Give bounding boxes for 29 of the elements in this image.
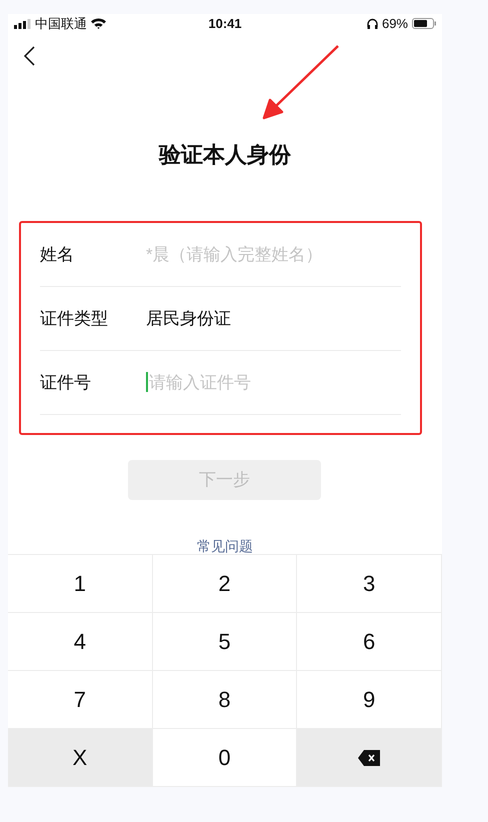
faq-link[interactable]: 常见问题 [197, 538, 253, 554]
keypad-key[interactable]: 0 [152, 729, 298, 787]
backspace-icon [358, 750, 380, 766]
headphones-icon [366, 18, 378, 30]
carrier-name: 中国联通 [35, 15, 87, 34]
keypad-key[interactable]: 5 [152, 613, 298, 671]
keypad-key[interactable]: 9 [297, 671, 442, 729]
text-field[interactable]: *晨（请输入完整姓名） [146, 242, 401, 268]
battery-icon [412, 18, 436, 30]
wifi-icon [91, 18, 106, 30]
battery-percent: 69% [382, 15, 408, 34]
delete-key[interactable] [297, 729, 442, 787]
signal-icon [14, 18, 31, 29]
field-label: 证件类型 [40, 308, 109, 330]
text-field[interactable]: 请输入证件号 [149, 370, 401, 396]
keypad-key[interactable]: X [8, 729, 153, 787]
keypad-key[interactable]: 2 [152, 555, 298, 613]
keypad-key[interactable]: 7 [8, 671, 153, 729]
field-value[interactable]: 居民身份证 [146, 306, 401, 332]
keypad-key[interactable]: 1 [8, 555, 153, 613]
field-label: 证件号 [40, 372, 92, 394]
keypad-key[interactable]: 4 [8, 613, 153, 671]
page-title: 验证本人身份 [159, 141, 291, 170]
status-time: 10:41 [208, 15, 242, 34]
field-label: 姓名 [40, 244, 75, 266]
keypad-key[interactable]: 6 [297, 613, 442, 671]
keypad-key[interactable]: 3 [297, 555, 442, 613]
keypad-key[interactable]: 8 [152, 671, 298, 729]
back-icon[interactable] [24, 46, 35, 66]
